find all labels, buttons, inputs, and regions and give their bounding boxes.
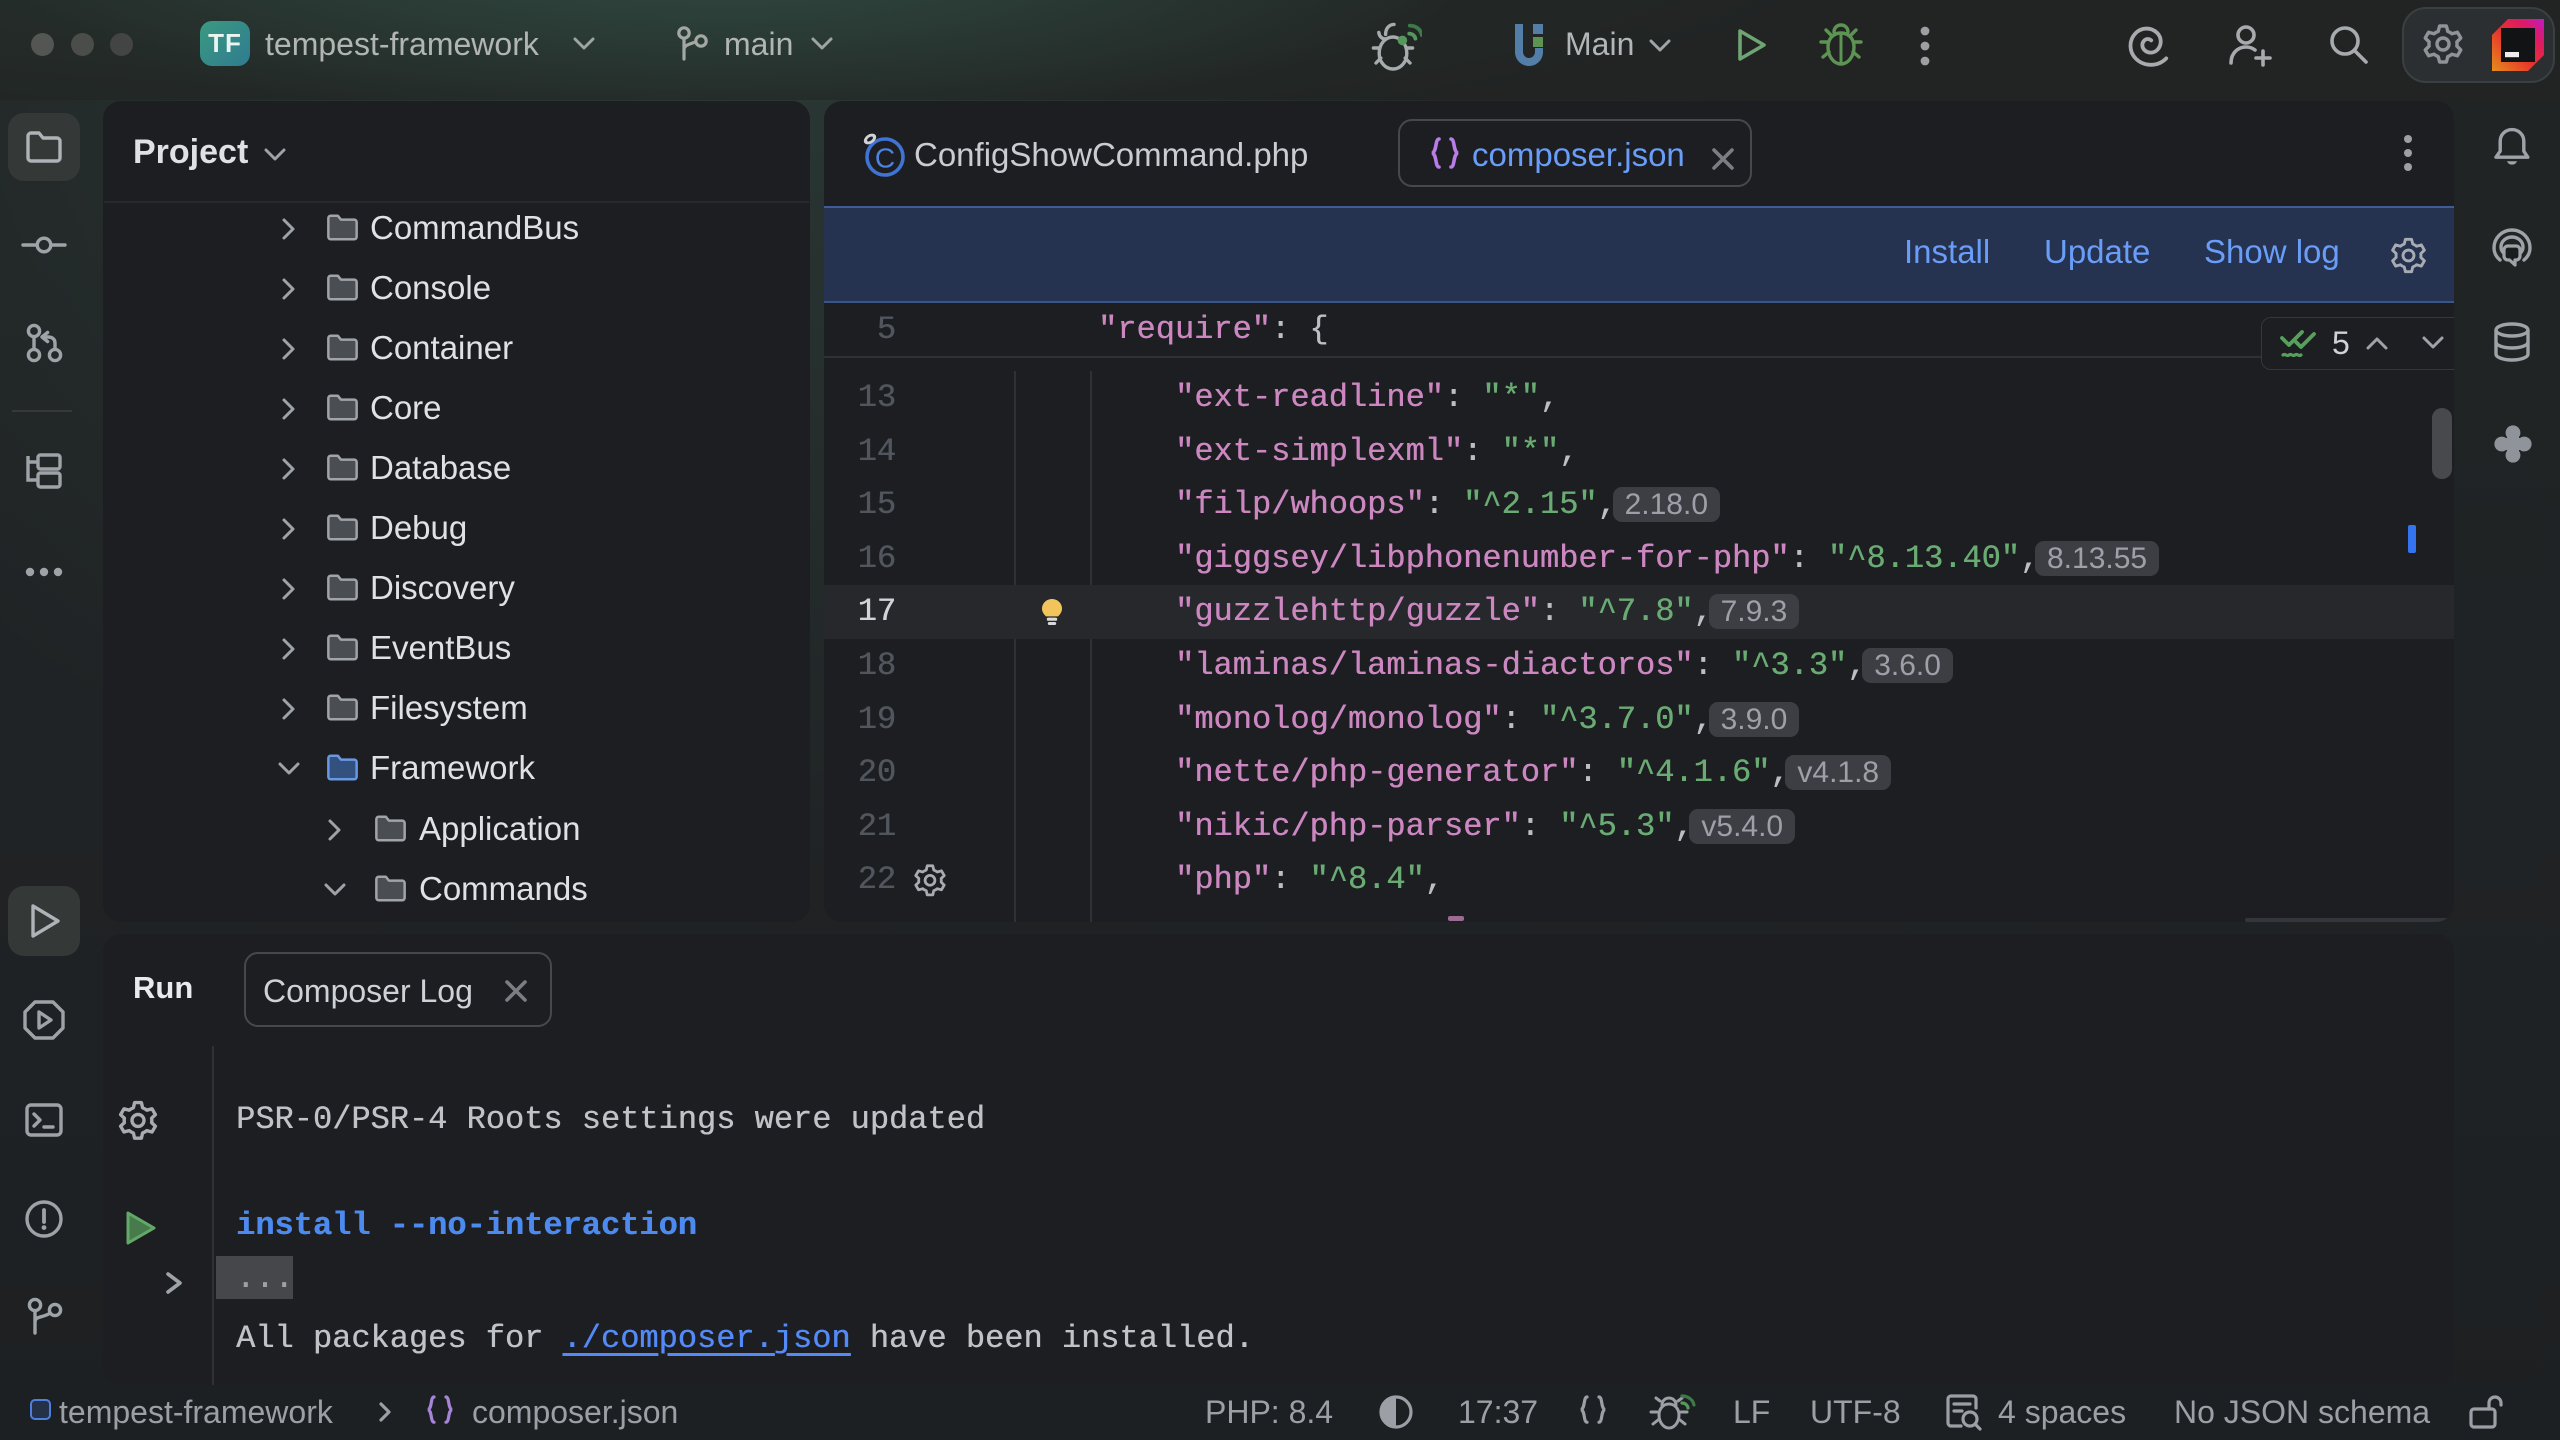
svg-text:C: C	[875, 142, 895, 173]
